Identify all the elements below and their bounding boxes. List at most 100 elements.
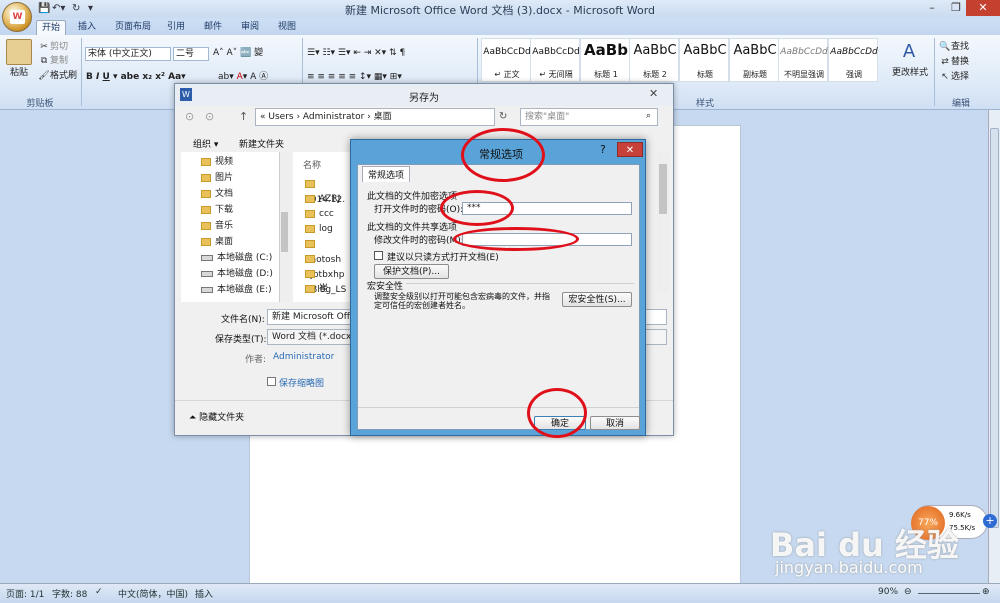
modify-password-field[interactable] — [462, 233, 632, 246]
style-heading-1[interactable]: AaBb 标题 1 — [580, 38, 630, 82]
tab-home[interactable]: 开始 — [36, 20, 67, 35]
nav-item-music[interactable]: 音乐 — [201, 218, 233, 234]
office-button[interactable]: W — [2, 2, 32, 32]
thumbnail-checkbox[interactable] — [267, 377, 276, 386]
macro-security-button[interactable]: 宏安全性(S)... — [562, 292, 632, 307]
change-styles-button[interactable]: 更改样式 — [892, 67, 928, 79]
paste-icon[interactable] — [6, 39, 32, 65]
zoom-in-icon[interactable]: ⊕ — [982, 587, 990, 597]
hide-folders-button[interactable]: ⏶ 隐藏文件夹 — [189, 410, 244, 423]
select-button[interactable]: 选择 — [951, 72, 969, 82]
align-buttons[interactable]: ≡ ≡ ≡ ≡ ≡ ↕▾ ▦▾ ⊞▾ — [307, 71, 402, 83]
copy-button[interactable]: 复制 — [50, 56, 68, 66]
file-item[interactable]: Photosh — [305, 236, 353, 265]
insert-mode[interactable]: 插入 — [195, 587, 213, 600]
help-icon[interactable]: ? — [600, 143, 606, 156]
path-desktop[interactable]: 桌面 — [374, 112, 392, 122]
style-no-spacing[interactable]: AaBbCcDd ↵ 无间隔 — [530, 38, 580, 82]
undo-icon[interactable]: ↶▾ — [52, 2, 65, 16]
tab-page-layout[interactable]: 页面布局 — [110, 20, 156, 35]
language[interactable]: 中文(简体，中国) — [118, 587, 188, 600]
address-bar[interactable]: « Users › Administrator › 桌面 — [255, 108, 495, 126]
scroll-thumb[interactable] — [990, 128, 999, 528]
tab-review[interactable]: 审阅 — [236, 20, 264, 35]
list-buttons[interactable]: ☰▾ ☷▾ ☰▾ ⇤ ⇥ ✕▾ ⇅ ¶ — [307, 47, 405, 59]
redo-icon[interactable]: ↻ — [72, 2, 80, 16]
nav-scrollbar[interactable] — [279, 152, 289, 302]
options-close-icon[interactable]: ✕ — [617, 142, 643, 157]
save-icon[interactable]: 💾 — [38, 2, 50, 16]
restore-icon[interactable]: ❐ — [944, 0, 968, 16]
organize-button[interactable]: 组织 ▾ — [193, 137, 218, 150]
nav-item-drive-c[interactable]: 本地磁盘 (C:) — [201, 250, 272, 266]
readonly-checkbox[interactable] — [374, 251, 383, 260]
refresh-icon[interactable]: ↻ — [499, 111, 507, 122]
style-title[interactable]: AaBbC 标题 — [679, 38, 729, 82]
file-list-scrollbar[interactable] — [657, 152, 669, 292]
zoom-slider[interactable] — [918, 593, 980, 594]
file-scroll-thumb[interactable] — [659, 164, 667, 214]
open-password-field[interactable]: *** — [462, 202, 632, 215]
file-item[interactable]: 崔 — [305, 281, 328, 297]
format-painter-button[interactable]: 格式刷 — [50, 71, 77, 81]
tab-view[interactable]: 视图 — [273, 20, 301, 35]
cancel-button[interactable]: 取消 — [590, 416, 640, 430]
font-color-buttons[interactable]: ab▾ A▾ A Ⓐ — [218, 71, 268, 83]
file-item[interactable]: xjbtbxhp — [305, 251, 353, 280]
nav-item-downloads[interactable]: 下载 — [201, 202, 233, 218]
file-item[interactable]: 2014.12. — [305, 176, 353, 205]
tab-general-options[interactable]: 常规选项 — [362, 166, 411, 182]
style-heading-2[interactable]: AaBbC 标题 2 — [629, 38, 679, 82]
cut-button[interactable]: 剪切 — [50, 42, 68, 52]
tab-references[interactable]: 引用 — [162, 20, 190, 35]
nav-item-drive-e[interactable]: 本地磁盘 (E:) — [201, 282, 272, 298]
file-item[interactable]: AZRJ — [305, 191, 340, 207]
font-size-combo[interactable]: 二号 — [173, 47, 209, 61]
up-icon[interactable]: ↑ — [239, 110, 248, 123]
spell-check-icon[interactable]: ✓ — [95, 587, 103, 597]
nav-item-desktop[interactable]: 桌面 — [201, 234, 233, 250]
file-item[interactable]: ZBlog_LS — [305, 266, 353, 295]
nav-item-documents[interactable]: 文档 — [201, 186, 233, 202]
nav-item-videos[interactable]: 视频 — [201, 154, 233, 170]
tab-insert[interactable]: 插入 — [73, 20, 101, 35]
author-value[interactable]: Administrator — [273, 352, 334, 362]
word-count[interactable]: 字数: 88 — [52, 587, 87, 600]
forward-icon[interactable]: ⊙ — [205, 110, 214, 123]
customize-quick-access-icon[interactable]: ▾ — [88, 2, 93, 16]
new-folder-button[interactable]: 新建文件夹 — [239, 137, 284, 150]
plus-icon[interactable]: + — [983, 514, 997, 528]
find-button[interactable]: 查找 — [951, 42, 969, 52]
zoom-out-icon[interactable]: ⊖ — [904, 587, 912, 597]
nav-item-drive-d[interactable]: 本地磁盘 (D:) — [201, 266, 273, 282]
path-admin[interactable]: Administrator — [303, 112, 364, 122]
back-icon[interactable]: ⊙ — [185, 110, 194, 123]
folder-icon — [201, 237, 211, 246]
protect-document-button[interactable]: 保护文档(P)... — [374, 264, 449, 279]
column-name[interactable]: 名称 — [303, 158, 321, 171]
paste-button[interactable]: 粘贴 — [10, 67, 28, 79]
style-emphasis[interactable]: AaBbCcDd 强调 — [828, 38, 878, 82]
save-as-close-icon[interactable]: ✕ — [649, 87, 658, 100]
font-format-buttons[interactable]: B I U ▾ abe x₂ x² Aa▾ — [86, 71, 186, 83]
path-users[interactable]: Users — [268, 112, 293, 122]
vertical-scrollbar[interactable] — [988, 110, 1000, 583]
tab-mailings[interactable]: 邮件 — [199, 20, 227, 35]
font-name-combo[interactable]: 宋体 (中文正文) — [85, 47, 171, 61]
style-subtitle[interactable]: AaBbC 副标题 — [729, 38, 779, 82]
upload-speed: 9.6K/s — [949, 511, 971, 519]
file-item[interactable]: log — [305, 221, 333, 237]
replace-button[interactable]: 替换 — [951, 57, 969, 67]
close-icon[interactable]: ✕ — [966, 0, 1000, 16]
style-subtle-emphasis[interactable]: AaBbCcDd 不明显强调 — [778, 38, 828, 82]
zoom-level[interactable]: 90% — [878, 587, 898, 597]
minimize-icon[interactable]: – — [920, 0, 944, 16]
search-input[interactable]: 搜索"桌面" — [520, 108, 658, 126]
grow-font-icon[interactable]: A˄ A˅ 🔤 變 — [213, 47, 263, 59]
ok-button[interactable]: 确定 — [534, 416, 586, 430]
nav-item-pictures[interactable]: 图片 — [201, 170, 233, 186]
page-count[interactable]: 页面: 1/1 — [6, 587, 44, 600]
file-item[interactable]: ccc — [305, 206, 334, 222]
style-normal[interactable]: AaBbCcDd ↵ 正文 — [481, 38, 531, 82]
nav-scroll-thumb[interactable] — [281, 212, 288, 252]
